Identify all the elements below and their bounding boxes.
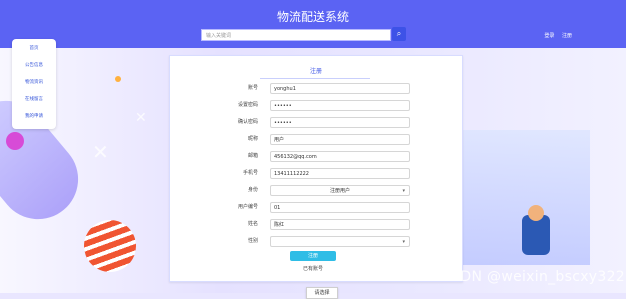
gender-dropdown-option[interactable]: 请选择 [306, 287, 338, 299]
page-title: 注册 [309, 68, 322, 75]
register-panel: 注册 账号 yonghu1 设置密码 •••••• 确认密码 •••••• 昵称… [169, 55, 463, 299]
field-label-identity: 身份 [247, 187, 258, 193]
name-input[interactable]: 陈红 [270, 219, 410, 230]
gender-select[interactable]: ▾ [270, 236, 410, 247]
confirm-password-input[interactable]: •••••• [270, 117, 410, 128]
sidebar-item-apply[interactable]: 我的申请 [12, 113, 56, 119]
search-input[interactable]: 输入关键词 [201, 29, 391, 41]
decorative-cross: ✕ [92, 140, 109, 164]
sidebar-item-message[interactable]: 在线留言 [12, 96, 56, 102]
user-number-input[interactable]: 01 [270, 202, 410, 213]
decorative-cross: ✕ [135, 110, 147, 126]
email-input[interactable]: 456132@qq.com [270, 151, 410, 162]
decorative-ball [84, 220, 136, 272]
identity-select-value: 注册用户 [329, 188, 350, 194]
login-link[interactable]: 登录 [544, 33, 554, 39]
existing-account-link[interactable]: 已有账号 [303, 265, 323, 272]
field-label-confirm-password: 确认密码 [237, 119, 258, 125]
worker-head [528, 205, 544, 221]
identity-select[interactable]: 注册用户 ▾ [270, 185, 410, 196]
app-title: 物流配送系统 [276, 10, 349, 24]
chevron-down-icon: ▾ [402, 239, 405, 245]
field-label-nickname: 昵称 [247, 136, 258, 142]
top-links: 登录 注册 [538, 32, 572, 39]
worker-illustration [522, 215, 550, 255]
decorative-dot [115, 76, 121, 82]
sidebar-menu: 首页 公告信息 物流资讯 在线留言 我的申请 [12, 39, 56, 129]
field-label-account: 账号 [247, 85, 258, 91]
field-label-name: 姓名 [247, 221, 258, 227]
divider [260, 78, 370, 79]
decorative-dot [6, 132, 24, 150]
search-icon: ⌕ [396, 29, 402, 38]
field-label-password: 设置密码 [237, 102, 258, 108]
chevron-down-icon: ▾ [402, 188, 405, 194]
phone-input[interactable]: 13411112222 [270, 168, 410, 179]
sidebar-item-notice[interactable]: 公告信息 [12, 62, 56, 68]
field-label-phone: 手机号 [242, 170, 258, 176]
field-label-gender: 性别 [247, 238, 258, 244]
field-label-email: 邮箱 [247, 153, 258, 159]
sidebar-item-home[interactable]: 首页 [12, 45, 56, 51]
password-input[interactable]: •••••• [270, 100, 410, 111]
nickname-input[interactable]: 用户 [270, 134, 410, 145]
sidebar-item-news[interactable]: 物流资讯 [12, 79, 56, 85]
register-link[interactable]: 注册 [562, 33, 572, 39]
register-button[interactable]: 注册 [290, 251, 336, 261]
account-input[interactable]: yonghu1 [270, 83, 410, 94]
watermark: CSDN @weixin_bscxy322 [441, 269, 625, 285]
field-label-user-number: 用户编号 [237, 204, 258, 210]
header-bar: 物流配送系统 输入关键词 ⌕ 登录 注册 [0, 0, 626, 48]
search-button[interactable]: ⌕ [392, 27, 406, 41]
